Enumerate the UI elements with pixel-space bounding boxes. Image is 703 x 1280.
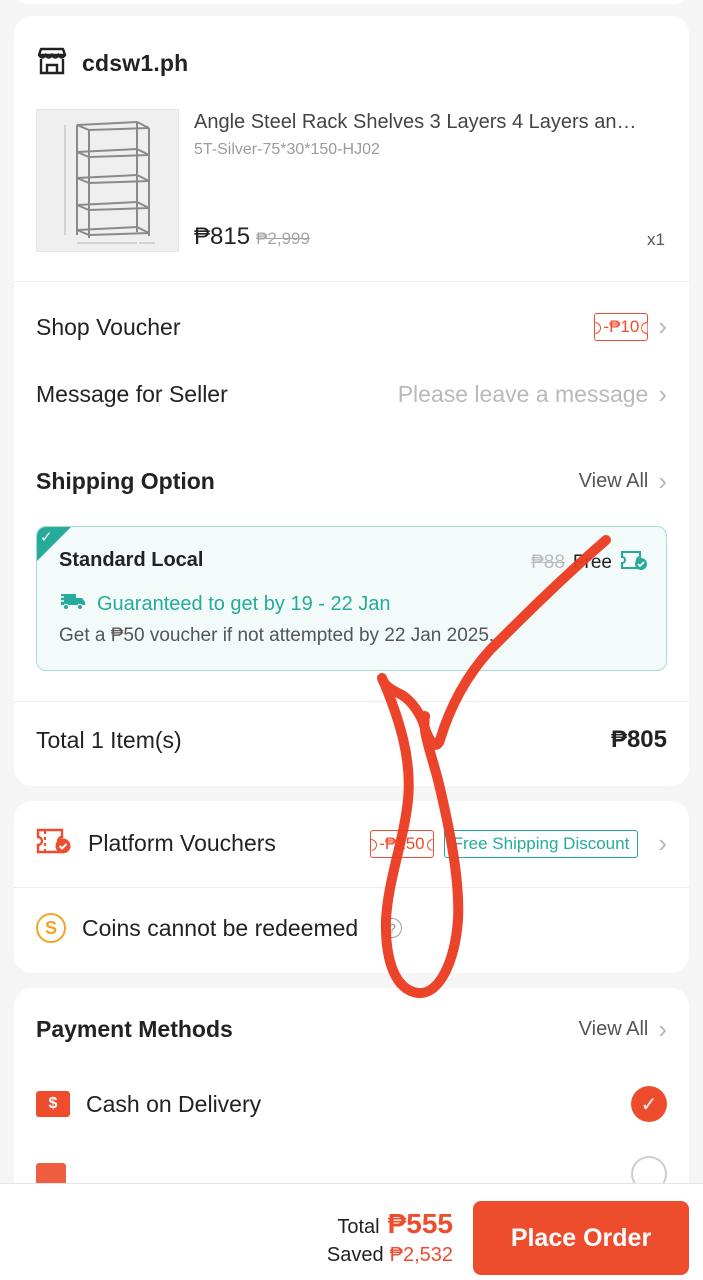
shipping-new-price: Free: [572, 552, 612, 573]
platform-vouchers-row[interactable]: Platform Vouchers -₱250 Free Shipping Di…: [36, 827, 667, 860]
payment-method-icon: [36, 1163, 66, 1185]
chevron-right-icon: ›: [658, 465, 667, 496]
product-original-price: ₱2,999: [256, 229, 310, 248]
product-title[interactable]: Angle Steel Rack Shelves 3 Layers 4 Laye…: [194, 111, 664, 134]
shipping-method: Standard Local: [59, 549, 204, 571]
shop-header[interactable]: cdsw1.ph: [36, 46, 188, 81]
checkout-total-label: Total: [337, 1216, 380, 1238]
checkout-bar: Total ₱555 Saved ₱2,532 Place Order: [0, 1183, 703, 1280]
chevron-right-icon: ›: [658, 1013, 667, 1044]
divider: [14, 701, 689, 702]
chevron-right-icon: ›: [658, 827, 667, 858]
shop-order-card: cdsw1.ph Angle Steel Rack Shelves 3 Laye…: [14, 16, 689, 786]
shipping-guarantee-text: Guaranteed to get by 19 - 22 Jan: [97, 592, 391, 615]
delivery-truck-icon: [59, 591, 87, 617]
chevron-right-icon: ›: [658, 311, 667, 341]
shipping-guarantee: Guaranteed to get by 19 - 22 Jan: [59, 591, 391, 617]
shipping-option-header: Shipping Option View All ›: [36, 468, 667, 495]
divider: [14, 887, 689, 888]
previous-card-edge: [14, 0, 689, 4]
store-icon: [36, 46, 68, 81]
shipping-option-card[interactable]: ✓ Standard Local ₱88 Free Guaranteed to …: [36, 526, 667, 671]
platform-voucher-icon: [36, 827, 72, 860]
shop-voucher-tag: -₱10: [594, 313, 649, 341]
check-icon: ✓: [40, 529, 53, 546]
platform-discount-tag: -₱250: [370, 829, 434, 858]
vouchers-card: Platform Vouchers -₱250 Free Shipping Di…: [14, 801, 689, 973]
checkout-total: Total ₱555: [327, 1208, 453, 1240]
coin-icon: S: [36, 913, 66, 943]
shipping-option-title: Shipping Option: [36, 468, 215, 494]
shipping-voucher-note: Get a ₱50 voucher if not attempted by 22…: [59, 625, 495, 646]
free-shipping-voucher-icon: [620, 549, 648, 577]
message-input[interactable]: Please leave a message: [398, 381, 649, 408]
cash-on-delivery-label: Cash on Delivery: [86, 1090, 262, 1117]
order-total-row: Total 1 Item(s) ₱805: [36, 726, 667, 754]
free-shipping-discount-tag: Free Shipping Discount: [443, 829, 639, 858]
message-seller-row[interactable]: Message for Seller Please leave a messag…: [36, 381, 667, 408]
divider: [14, 281, 689, 282]
shipping-view-all-button[interactable]: View All ›: [578, 465, 667, 496]
payment-methods-header: Payment Methods View All ›: [36, 1016, 667, 1043]
cash-on-delivery-option[interactable]: $ Cash on Delivery ✓: [36, 1086, 667, 1122]
product-quantity: x1: [647, 230, 665, 249]
product-price: ₱815 ₱2,999: [194, 223, 310, 251]
shipping-old-price: ₱88: [531, 552, 565, 573]
coins-row: S Coins cannot be redeemed ?: [36, 913, 403, 943]
checkout-total-value: ₱555: [387, 1208, 453, 1239]
checkout-saved: Saved ₱2,532: [327, 1244, 453, 1267]
place-order-button[interactable]: Place Order: [473, 1201, 689, 1275]
payment-view-all-label: View All: [578, 1018, 649, 1040]
shop-voucher-label: Shop Voucher: [36, 313, 181, 340]
message-seller-label: Message for Seller: [36, 381, 228, 407]
payment-view-all-button[interactable]: View All ›: [578, 1013, 667, 1044]
chevron-right-icon: ›: [658, 378, 667, 409]
checkout-saved-label: Saved: [326, 1244, 384, 1266]
order-total-amount: ₱805: [610, 726, 667, 753]
shipping-price: ₱88 Free: [531, 549, 648, 577]
checkout-totals: Total ₱555 Saved ₱2,532: [327, 1208, 453, 1267]
cash-icon: $: [36, 1091, 70, 1117]
coins-label: Coins cannot be redeemed: [82, 914, 359, 941]
product-variant: 5T-Silver-75*30*150-HJ02: [194, 141, 380, 158]
order-total-label: Total 1 Item(s): [36, 726, 182, 753]
selected-check-icon[interactable]: ✓: [631, 1086, 667, 1122]
platform-vouchers-label: Platform Vouchers: [88, 830, 276, 856]
shipping-view-all-label: View All: [578, 470, 649, 492]
product-thumbnail[interactable]: [36, 109, 179, 252]
shop-name: cdsw1.ph: [82, 50, 189, 76]
product-price-value: ₱815: [194, 223, 251, 250]
help-icon[interactable]: ?: [382, 918, 403, 938]
shop-voucher-row[interactable]: Shop Voucher -₱10 ›: [36, 313, 667, 341]
checkout-saved-value: ₱2,532: [389, 1244, 453, 1266]
payment-methods-title: Payment Methods: [36, 1016, 233, 1042]
